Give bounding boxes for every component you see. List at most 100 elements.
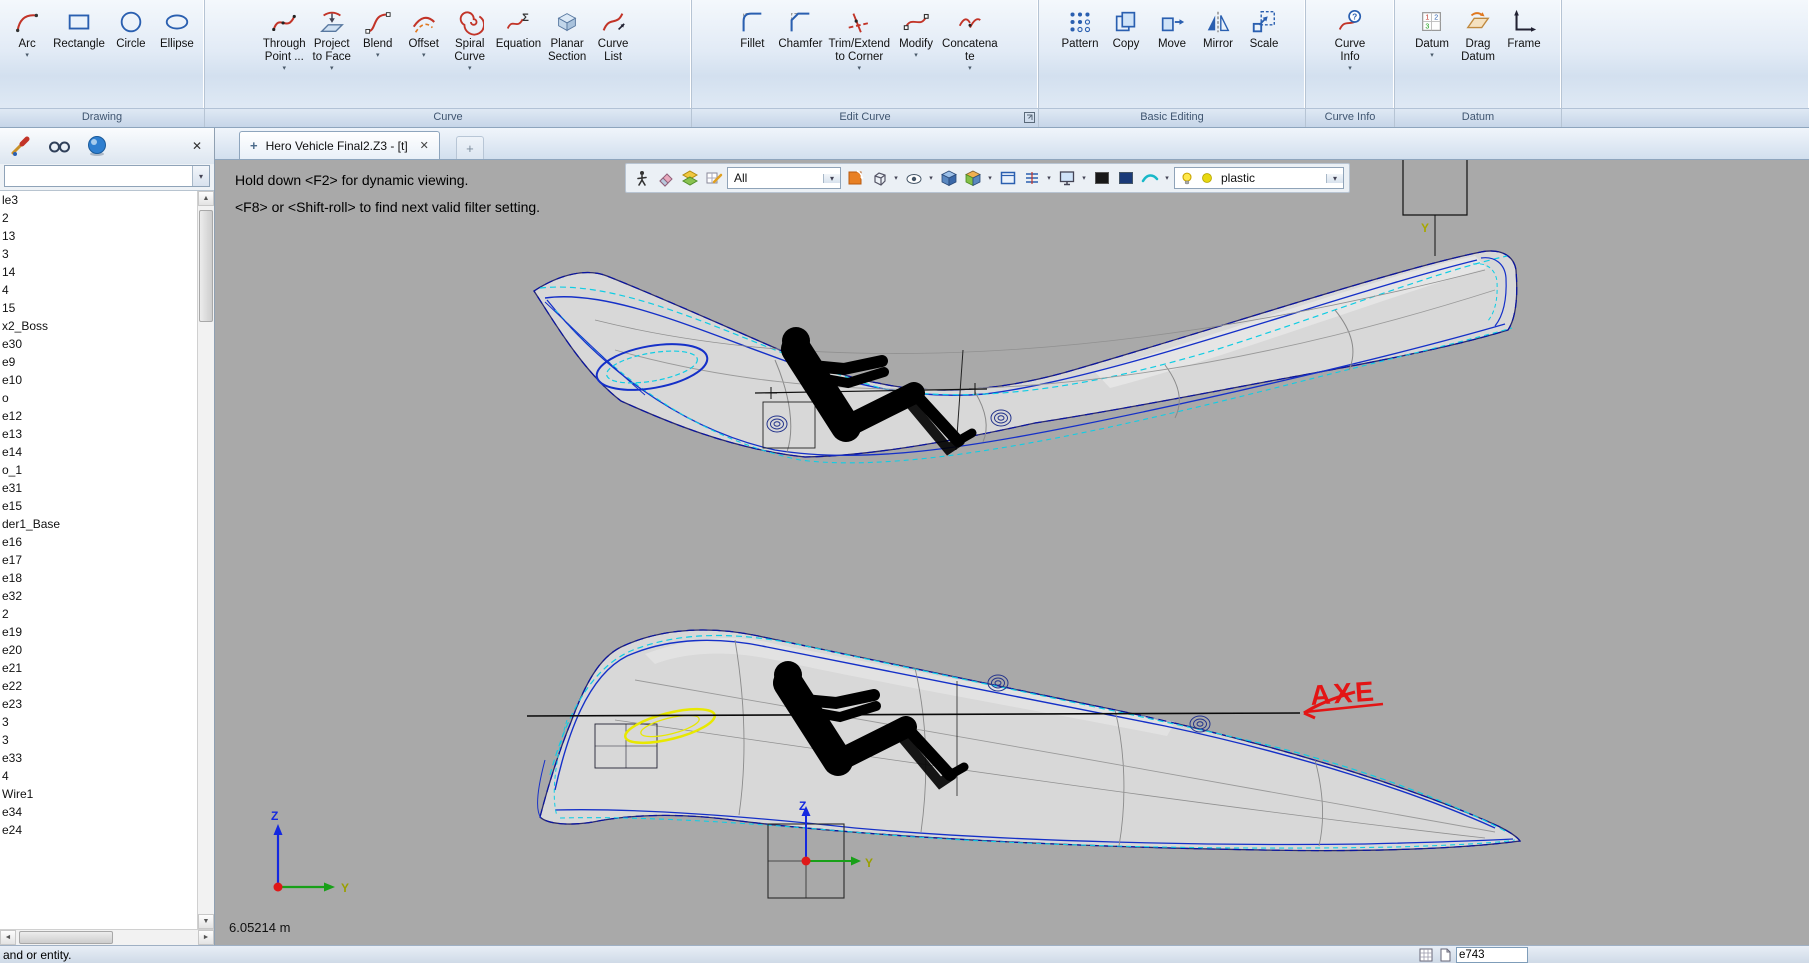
list-item[interactable]: e31 (0, 479, 197, 497)
scrollbar-thumb[interactable] (199, 210, 213, 322)
scrollbar-thumb[interactable] (19, 931, 113, 944)
list-item[interactable]: der1_Base (0, 515, 197, 533)
ellipse-button[interactable]: Ellipse (154, 4, 200, 53)
list-item[interactable]: e18 (0, 569, 197, 587)
teal-wave-icon[interactable] (1139, 168, 1160, 189)
list-item[interactable]: e12 (0, 407, 197, 425)
scroll-right-icon[interactable]: ► (198, 930, 214, 945)
chevron-down-icon[interactable]: ▾ (1163, 174, 1171, 182)
chevron-down-icon[interactable]: ▾ (1045, 174, 1053, 182)
list-item[interactable]: e16 (0, 533, 197, 551)
scale-button[interactable]: Scale (1241, 4, 1287, 53)
list-item[interactable]: e22 (0, 677, 197, 695)
list-item[interactable]: e33 (0, 749, 197, 767)
sidebar-filter-dropdown[interactable]: ▾ (4, 165, 210, 187)
selection-filter-dropdown[interactable]: All ▾ (727, 167, 841, 189)
scroll-up-icon[interactable]: ▲ (198, 191, 214, 206)
wireframe-cube-icon[interactable] (868, 168, 889, 189)
fillet-button[interactable]: Fillet (729, 4, 775, 53)
frame-button[interactable]: Frame (1501, 4, 1547, 53)
layers-icon[interactable] (679, 168, 700, 189)
lower-hull[interactable] (526, 629, 1522, 852)
circle-button[interactable]: Circle (108, 4, 154, 53)
list-item[interactable]: e10 (0, 371, 197, 389)
list-item[interactable]: e24 (0, 821, 197, 839)
navy-color-swatch[interactable] (1115, 168, 1136, 189)
close-icon[interactable]: ✕ (420, 139, 429, 152)
sphere-icon[interactable] (84, 133, 110, 159)
axe-annotation[interactable]: AXE (1303, 675, 1384, 720)
filter-edit-icon[interactable] (703, 168, 724, 189)
list-item[interactable]: le3 (0, 191, 197, 209)
list-item[interactable]: e9 (0, 353, 197, 371)
list-item[interactable]: 4 (0, 281, 197, 299)
datum-frame[interactable]: Y (1402, 160, 1468, 256)
document-icon[interactable] (1437, 947, 1452, 962)
equation-button[interactable]: Σ Equation (493, 4, 544, 53)
list-item[interactable]: e19 (0, 623, 197, 641)
list-item[interactable]: Wire1 (0, 785, 197, 803)
glasses-icon[interactable] (46, 133, 72, 159)
chevron-down-icon[interactable]: ▾ (192, 166, 209, 186)
trim-extend-button[interactable]: Trim/Extend to Corner ▾ (825, 4, 893, 74)
model-viewport[interactable]: AXE Y Z Y Z Y 6.05214 m Hold down <F2> f… (215, 160, 1809, 945)
sidebar-vertical-scrollbar[interactable]: ▲ ▼ (197, 191, 214, 929)
chevron-down-icon[interactable]: ▾ (927, 174, 935, 182)
curve-info-button[interactable]: ? Curve Info ▾ (1327, 4, 1373, 74)
list-item[interactable]: e30 (0, 335, 197, 353)
list-item[interactable]: o (0, 389, 197, 407)
pattern-button[interactable]: Pattern (1057, 4, 1103, 53)
list-item[interactable]: e23 (0, 695, 197, 713)
arc-button[interactable]: Arc ▾ (4, 4, 50, 61)
list-item[interactable]: 14 (0, 263, 197, 281)
list-item[interactable]: 4 (0, 767, 197, 785)
sidebar-horizontal-scrollbar[interactable]: ◄ ► (0, 929, 214, 945)
copy-button[interactable]: Copy (1103, 4, 1149, 53)
list-item[interactable]: 3 (0, 713, 197, 731)
spiral-curve-button[interactable]: Spiral Curve ▾ (447, 4, 493, 74)
material-dropdown[interactable]: plastic ▾ (1174, 167, 1344, 189)
list-item[interactable]: e17 (0, 551, 197, 569)
list-item[interactable]: 13 (0, 227, 197, 245)
list-item[interactable]: e32 (0, 587, 197, 605)
curve-list-button[interactable]: Curve List (590, 4, 636, 66)
chamfer-button[interactable]: Chamfer (775, 4, 825, 53)
list-item[interactable]: e20 (0, 641, 197, 659)
chevron-down-icon[interactable]: ▾ (823, 173, 840, 183)
list-item[interactable]: 2 (0, 209, 197, 227)
list-item[interactable]: o_1 (0, 461, 197, 479)
render-cube-icon[interactable] (962, 168, 983, 189)
datum-button[interactable]: 123 Datum ▾ (1409, 4, 1455, 61)
chevron-down-icon[interactable]: ▾ (892, 174, 900, 182)
rectangle-button[interactable]: Rectangle (50, 4, 108, 53)
close-icon[interactable]: ✕ (188, 139, 206, 153)
document-tab[interactable]: + Hero Vehicle Final2.Z3 - [t] ✕ (239, 131, 440, 159)
list-item[interactable]: e21 (0, 659, 197, 677)
model-canvas[interactable]: AXE Y Z Y Z Y 6.05214 m (215, 160, 1809, 945)
orient-cube-icon[interactable] (844, 168, 865, 189)
render-figure-icon[interactable] (631, 168, 652, 189)
list-item[interactable]: 15 (0, 299, 197, 317)
eraser-icon[interactable] (655, 168, 676, 189)
list-item[interactable]: x2_Boss (0, 317, 197, 335)
list-item[interactable]: e15 (0, 497, 197, 515)
upper-hull[interactable] (533, 250, 1518, 464)
grid-toggle-icon[interactable] (1418, 947, 1433, 962)
new-tab-button[interactable]: + (455, 136, 484, 159)
chevron-down-icon[interactable]: ▾ (1080, 174, 1088, 182)
drag-datum-button[interactable]: Drag Datum (1455, 4, 1501, 66)
command-input[interactable] (1456, 946, 1528, 963)
offset-button[interactable]: Offset ▾ (401, 4, 447, 61)
list-item[interactable]: 3 (0, 245, 197, 263)
chevron-down-icon[interactable]: ▾ (986, 174, 994, 182)
mirror-button[interactable]: Mirror (1195, 4, 1241, 53)
monitor-icon[interactable] (1056, 168, 1077, 189)
list-item[interactable]: e14 (0, 443, 197, 461)
scroll-down-icon[interactable]: ▼ (198, 914, 214, 929)
project-to-face-button[interactable]: Project to Face ▾ (309, 4, 355, 74)
blend-button[interactable]: Blend ▾ (355, 4, 401, 61)
move-button[interactable]: Move (1149, 4, 1195, 53)
black-color-swatch[interactable] (1091, 168, 1112, 189)
brush-icon[interactable] (8, 133, 34, 159)
concatenate-button[interactable]: Concatena te ▾ (939, 4, 1001, 74)
